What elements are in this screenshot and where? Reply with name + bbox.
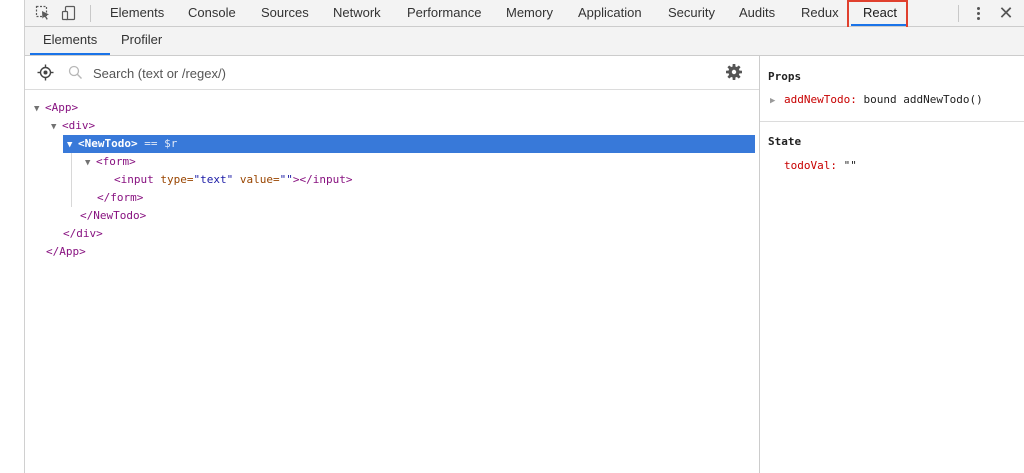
tree-guide-line — [71, 153, 72, 207]
crosshair-icon[interactable] — [37, 64, 54, 81]
tab-console[interactable]: Console — [188, 0, 236, 26]
subtab-profiler[interactable]: Profiler — [121, 27, 162, 55]
tree-node-div-close[interactable]: </div> — [63, 225, 103, 243]
state-todo-val[interactable]: todoVal: "" — [784, 159, 857, 172]
tab-redux[interactable]: Redux — [801, 0, 839, 26]
toolbar-separator — [90, 5, 91, 22]
collapse-arrow-icon[interactable]: ▼ — [34, 100, 45, 118]
toolbar-separator — [958, 5, 959, 22]
tree-node-newtodo-close[interactable]: </NewTodo> — [80, 207, 146, 225]
tab-network[interactable]: Network — [333, 0, 381, 26]
tab-sources[interactable]: Sources — [261, 0, 309, 26]
subtab-elements[interactable]: Elements — [43, 27, 97, 55]
active-subtab-indicator — [30, 53, 110, 55]
tree-node-newtodo[interactable]: ▼ <NewTodo> == $r — [67, 135, 177, 153]
tree-node-app[interactable]: ▼ <App> — [34, 99, 78, 117]
collapse-arrow-icon[interactable]: ▼ — [85, 154, 96, 172]
cursor-select-icon[interactable] — [33, 4, 53, 22]
search-icon — [68, 65, 82, 79]
devtools-window: Elements Console Sources Network Perform… — [24, 0, 1024, 473]
react-subtab-bar: Elements Profiler — [25, 27, 1024, 56]
collapse-arrow-icon[interactable]: ▼ — [51, 118, 62, 136]
props-state-panel: Props ▶ addNewTodo: bound addNewTodo() St… — [760, 56, 1024, 473]
main-toolbar: Elements Console Sources Network Perform… — [25, 0, 1024, 37]
tab-security[interactable]: Security — [668, 0, 715, 26]
tab-application[interactable]: Application — [578, 0, 642, 26]
prop-add-new-todo[interactable]: ▶ addNewTodo: bound addNewTodo() — [770, 93, 983, 106]
tree-node-app-close[interactable]: </App> — [46, 243, 86, 261]
tree-node-div[interactable]: ▼ <div> — [51, 117, 95, 135]
props-title: Props — [768, 70, 802, 83]
tab-audits[interactable]: Audits — [739, 0, 775, 26]
tree-node-form[interactable]: ▼ <form> — [85, 153, 136, 171]
search-input[interactable] — [93, 62, 693, 84]
tab-elements[interactable]: Elements — [110, 0, 164, 26]
collapse-arrow-icon[interactable]: ▼ — [67, 136, 78, 154]
tab-performance[interactable]: Performance — [407, 0, 481, 26]
close-icon[interactable]: ✕ — [997, 3, 1015, 23]
tree-node-form-close[interactable]: </form> — [97, 189, 143, 207]
gear-icon[interactable] — [725, 63, 743, 81]
device-toggle-icon[interactable] — [59, 4, 79, 22]
tree-node-input[interactable]: <input type="text" value=""></input> — [114, 171, 352, 189]
selected-tree-row[interactable]: ▼ <NewTodo> == $r — [63, 135, 755, 153]
tab-memory[interactable]: Memory — [506, 0, 553, 26]
search-bar — [25, 56, 759, 90]
vertical-dots-icon[interactable] — [971, 4, 985, 22]
section-divider — [760, 121, 1024, 122]
state-title: State — [768, 135, 802, 148]
component-tree-panel: ▼<App> ▼<div> ▼<NewTodo> == $r ▼<form> <… — [25, 56, 759, 473]
expand-arrow-icon[interactable]: ▶ — [770, 96, 784, 106]
